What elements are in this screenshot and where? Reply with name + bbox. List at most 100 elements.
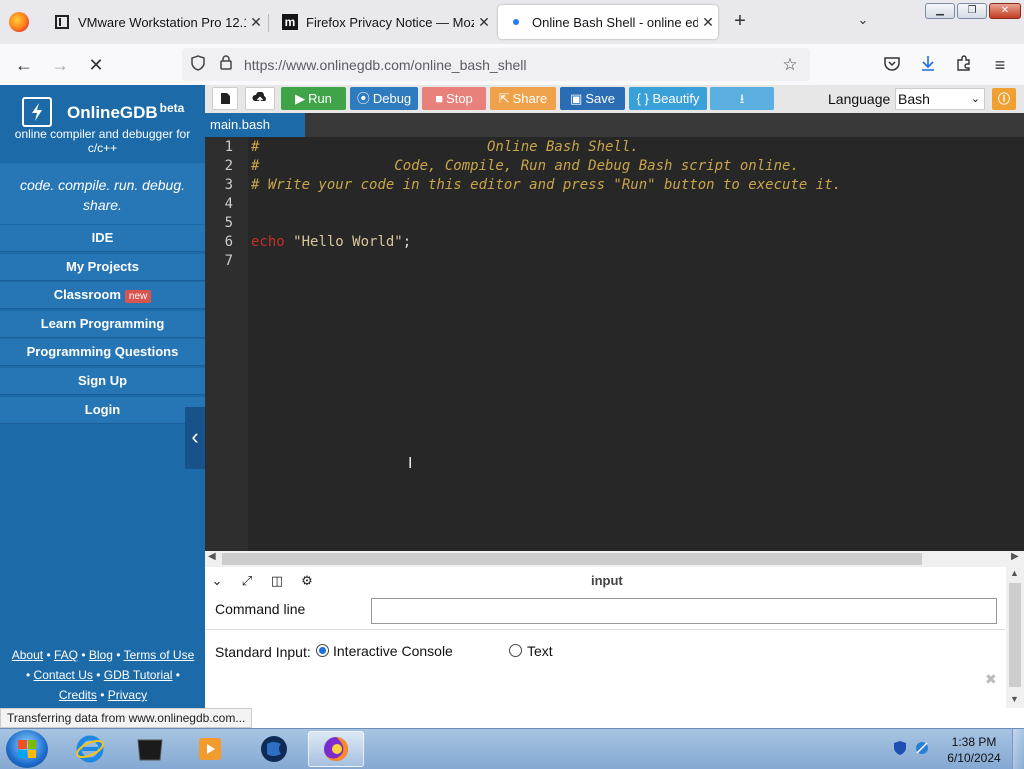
layout-toggle-icon[interactable]: ◫ xyxy=(268,573,286,589)
pocket-icon[interactable] xyxy=(879,52,905,78)
list-all-tabs-icon[interactable]: ⌄ xyxy=(853,12,873,32)
expand-icon[interactable]: ⤢ xyxy=(238,573,256,589)
menu-label: Learn Programming xyxy=(40,316,165,331)
floppy-disk-icon: ▣ xyxy=(570,91,583,106)
sidebar-item-login[interactable]: Login xyxy=(0,397,205,424)
firefox-menu-icon[interactable] xyxy=(9,12,29,32)
show-desktop-button[interactable] xyxy=(1012,729,1024,769)
file-tabs-bar: main.bash xyxy=(205,113,1024,137)
status-bar: Transferring data from www.onlinegdb.com… xyxy=(0,708,1024,728)
credits-link[interactable]: Credits xyxy=(59,688,97,702)
download-icon: ⭳ xyxy=(739,91,745,106)
tab-vmware[interactable]: VMware Workstation Pro 12.1.1 ✕ xyxy=(44,5,266,39)
save-button[interactable]: ▣ Save xyxy=(560,87,625,110)
sidebar-item-learn-programming[interactable]: Learn Programming xyxy=(0,311,205,338)
language-select[interactable]: Bash ⌄ xyxy=(895,88,985,110)
back-arrow-icon[interactable]: ← xyxy=(11,52,37,78)
brand-name[interactable]: OnlineGDB beta xyxy=(67,101,184,123)
globe-network-icon[interactable] xyxy=(246,731,302,767)
code-editor[interactable]: 1 2 3 4 5 6 7 # Online Bash Shell. # Cod… xyxy=(205,137,1024,551)
close-icon[interactable]: ✖ xyxy=(985,671,997,688)
shield-icon[interactable] xyxy=(188,55,208,75)
tab-online-bash-shell[interactable]: Online Bash Shell - online editor ✕ xyxy=(498,5,718,39)
tagline: online compiler and debugger for c/c++ xyxy=(14,127,191,155)
security-shield-tray-icon[interactable] xyxy=(892,740,908,756)
scroll-left-icon[interactable]: ◀ xyxy=(208,551,216,562)
url-path: /online_bash_shell xyxy=(410,57,527,73)
lock-icon[interactable] xyxy=(216,55,236,75)
scroll-right-icon[interactable]: ▶ xyxy=(1011,551,1019,562)
beautify-button[interactable]: { } Beautify xyxy=(629,87,707,110)
system-clock[interactable]: 1:38 PM 6/10/2024 xyxy=(946,734,1002,766)
download-button[interactable]: ⭳ xyxy=(710,87,774,110)
onlinegdb-logo-icon[interactable] xyxy=(22,97,52,127)
internet-explorer-icon[interactable] xyxy=(62,731,118,767)
terms-link[interactable]: Terms of Use xyxy=(124,648,195,662)
navigation-toolbar: ← → ✕ https://www.onlinegdb.com/online_b… xyxy=(0,44,1024,86)
url-host: https://www.onlinegdb.com xyxy=(244,57,411,73)
network-tray-icon[interactable] xyxy=(914,740,930,756)
blog-link[interactable]: Blog xyxy=(89,648,113,662)
info-icon[interactable]: ⓘ xyxy=(992,88,1016,110)
sidebar-item-ide[interactable]: IDE xyxy=(0,225,205,252)
hamburger-menu-icon[interactable]: ≡ xyxy=(987,52,1013,78)
run-button[interactable]: ▶ Run xyxy=(281,87,346,110)
debug-button[interactable]: ⦿ Debug xyxy=(350,87,418,110)
scroll-down-icon[interactable]: ▼ xyxy=(1010,694,1019,704)
gdb-tutorial-link[interactable]: GDB Tutorial xyxy=(104,668,173,682)
new-file-icon[interactable] xyxy=(212,87,238,110)
motto: code. compile. run. debug. share. xyxy=(20,177,185,213)
scrollbar-thumb[interactable] xyxy=(222,553,922,565)
about-link[interactable]: About xyxy=(12,648,43,662)
extensions-puzzle-icon[interactable] xyxy=(951,52,977,78)
close-icon[interactable]: ✕ xyxy=(246,14,266,31)
file-tab-main-bash[interactable]: main.bash xyxy=(205,113,305,137)
horizontal-scrollbar[interactable]: ◀ ▶ xyxy=(205,551,1024,567)
media-player-icon[interactable] xyxy=(182,731,238,767)
window-close-button[interactable]: ✕ xyxy=(989,3,1021,19)
settings-gear-icon[interactable]: ⚙ xyxy=(298,573,316,589)
scroll-up-icon[interactable]: ▲ xyxy=(1010,568,1019,578)
upload-icon[interactable] xyxy=(245,87,275,110)
close-icon[interactable]: ✕ xyxy=(474,14,494,31)
share-button[interactable]: ⇱ Share xyxy=(490,87,556,110)
sidebar-item-classroom[interactable]: Classroom new xyxy=(0,282,205,309)
sidebar-item-sign-up[interactable]: Sign Up xyxy=(0,368,205,395)
downloads-icon[interactable] xyxy=(915,52,941,78)
tab-separator xyxy=(268,14,269,32)
vertical-scrollbar[interactable]: ▲ ▼ xyxy=(1006,567,1024,708)
privacy-link[interactable]: Privacy xyxy=(108,688,147,702)
scrollbar-thumb[interactable] xyxy=(1009,583,1021,687)
restore-button[interactable]: ❐ xyxy=(957,3,987,19)
bookmark-star-icon[interactable]: ☆ xyxy=(780,55,800,75)
code-line: echo "Hello World"; xyxy=(251,234,411,250)
text-option-label[interactable]: Text xyxy=(527,643,553,659)
sidebar-item-my-projects[interactable]: My Projects xyxy=(0,254,205,281)
command-line-input[interactable] xyxy=(371,598,997,624)
minimize-button[interactable]: ▁ xyxy=(925,3,955,19)
start-button[interactable] xyxy=(6,730,48,768)
faq-link[interactable]: FAQ xyxy=(54,648,78,662)
forward-arrow-icon[interactable]: → xyxy=(47,52,73,78)
tab-privacy-notice[interactable]: m Firefox Privacy Notice — Mozilla ✕ xyxy=(272,5,494,39)
terminal-app-icon[interactable] xyxy=(122,731,178,767)
collapse-chevron-icon[interactable]: ⌄ xyxy=(208,573,226,589)
firefox-taskbar-icon[interactable] xyxy=(308,731,364,767)
punctuation-token: ; xyxy=(402,234,412,250)
contact-link[interactable]: Contact Us xyxy=(34,668,93,682)
code-line: # Code, Compile, Run and Debug Bash scri… xyxy=(251,158,799,174)
url-text[interactable]: https://www.onlinegdb.com/online_bash_sh… xyxy=(244,57,527,73)
language-label: Language xyxy=(828,91,891,107)
close-icon[interactable]: ✕ xyxy=(698,14,718,31)
stop-button[interactable]: ■ Stop xyxy=(422,87,486,110)
play-icon: ▶ xyxy=(295,91,306,106)
interactive-console-label[interactable]: Interactive Console xyxy=(333,643,453,659)
text-radio[interactable] xyxy=(509,644,522,657)
sidebar-item-programming-questions[interactable]: Programming Questions xyxy=(0,339,205,366)
new-tab-button[interactable]: + xyxy=(730,10,750,34)
collapse-sidebar-chevron-icon[interactable]: ‹ xyxy=(185,407,205,469)
url-bar[interactable]: https://www.onlinegdb.com/online_bash_sh… xyxy=(182,48,810,81)
stop-loading-icon[interactable]: ✕ xyxy=(83,52,109,78)
interactive-console-radio[interactable] xyxy=(316,644,329,657)
brand-text: OnlineGDB xyxy=(67,103,158,122)
